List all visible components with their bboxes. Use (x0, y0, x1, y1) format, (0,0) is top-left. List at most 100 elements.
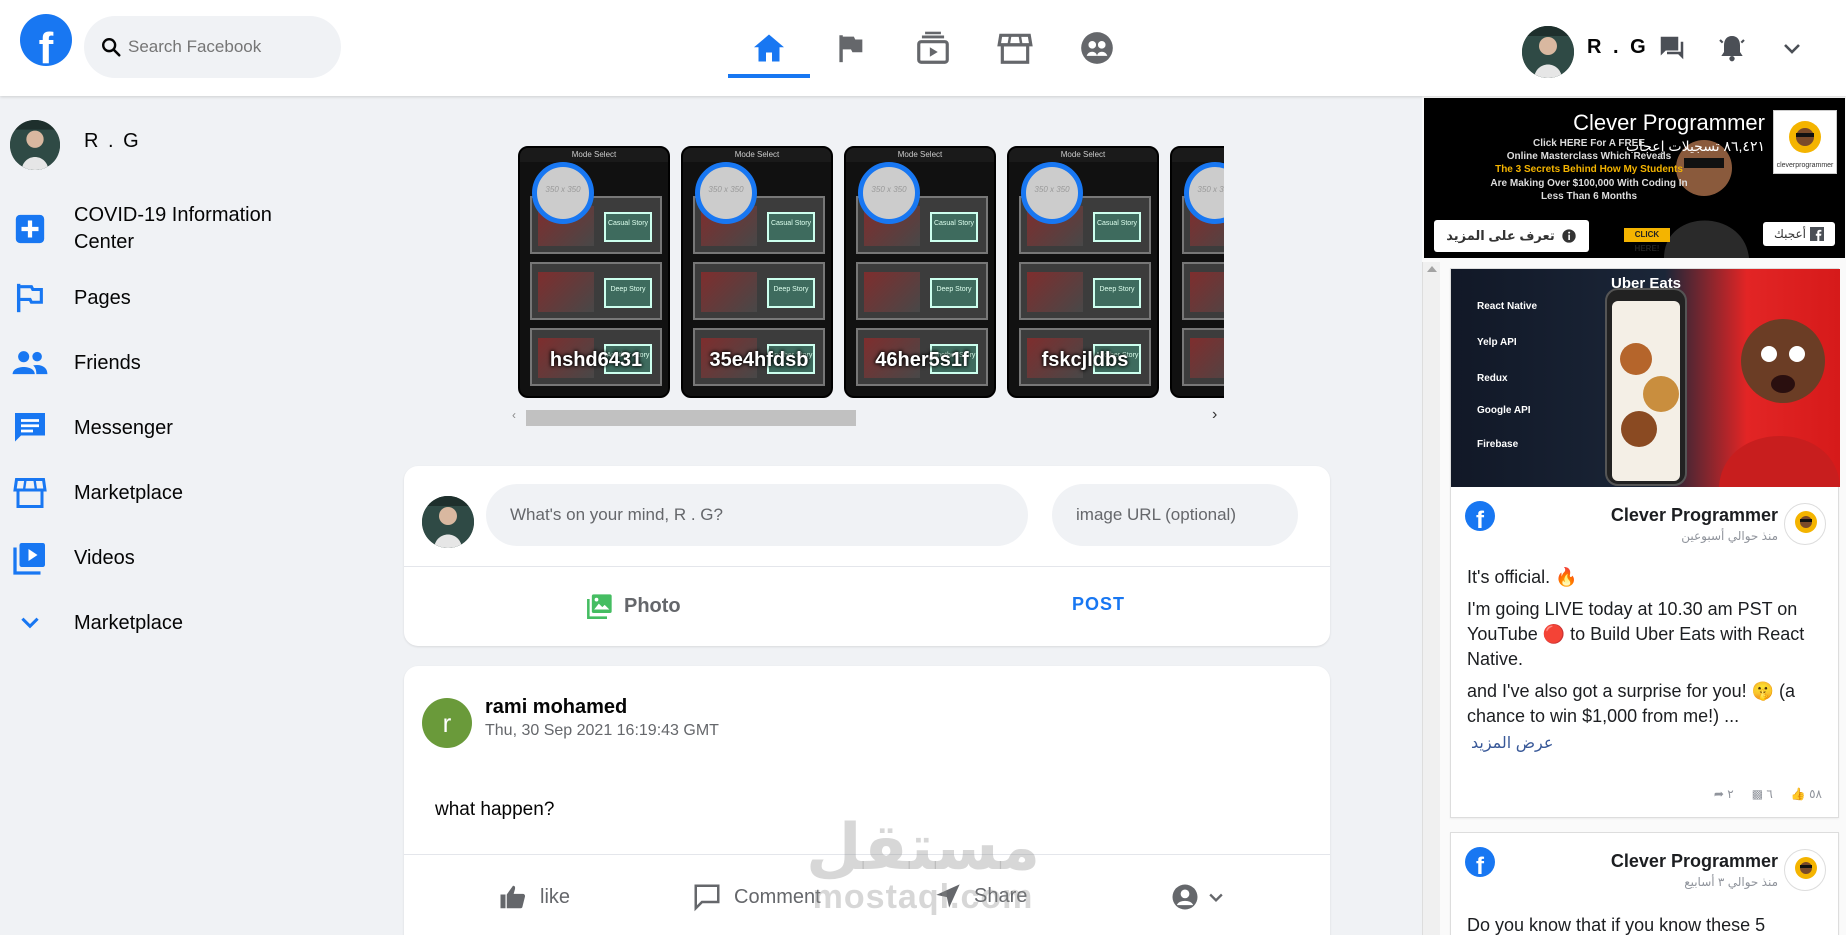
facebook-square-icon (1809, 227, 1824, 241)
thumbs-up-icon (500, 885, 526, 909)
flag-icon (10, 278, 50, 318)
page-name[interactable]: Clever Programmer (1611, 851, 1778, 872)
post-image[interactable]: React Native Yelp API Redux Google API F… (1451, 269, 1840, 487)
comment-count-value: ٦ (1766, 787, 1773, 801)
page-avatar[interactable] (1784, 849, 1826, 891)
search-input[interactable] (128, 37, 318, 57)
ad-title: Clever Programmer (1573, 110, 1765, 135)
comment-count[interactable]: ▩ ٦ (1752, 787, 1773, 801)
video-library-icon (10, 538, 50, 578)
scroll-right-arrow[interactable]: › (1212, 406, 1217, 424)
scroll-thumb[interactable] (526, 410, 856, 426)
store-icon (10, 473, 50, 513)
post-composer: Photo POST (404, 466, 1330, 646)
see-more-link[interactable]: عرض المزيد (1471, 733, 1553, 753)
ad-cta[interactable]: CLICK HERE! (1624, 228, 1670, 253)
learn-more-button[interactable]: تعرف على المزيد (1434, 220, 1589, 252)
sidebar-item-videos[interactable]: Videos (0, 528, 380, 588)
sidebar-item-label: COVID-19 Information Center (74, 204, 272, 253)
watch-icon (917, 31, 949, 64)
story-avatar-placeholder: 350 x 350 (871, 185, 907, 194)
page-avatar[interactable] (1784, 503, 1826, 545)
clever-programmer-logo: cleverprogrammer (1777, 121, 1834, 169)
story-mode-button: Deep Story (767, 278, 815, 308)
story-header: Mode Select (846, 148, 994, 162)
sidebar-item-covid[interactable]: COVID-19 Information Center (0, 194, 380, 264)
tab-pages[interactable] (810, 0, 892, 96)
story-card[interactable]: Mode SelectCasual StoryDeep StoryAnother… (518, 146, 670, 398)
post-message-input[interactable] (486, 484, 1028, 546)
audience-selector[interactable] (1170, 882, 1226, 912)
story-avatar-ring: 350 x 350 (858, 162, 920, 224)
sidebar-item-label: Marketplace (74, 481, 183, 504)
feed-post: r rami mohamed Thu, 30 Sep 2021 16:19:43… (404, 666, 1330, 935)
messenger-button[interactable] (1654, 30, 1690, 66)
story-panel: Deep Story (1182, 262, 1224, 320)
tech-label: Yelp API (1477, 337, 1517, 348)
header-avatar[interactable] (1522, 26, 1574, 78)
post-author-avatar[interactable]: r (422, 698, 472, 748)
scroll-up-arrow[interactable] (1427, 266, 1437, 272)
right-scrollbar[interactable] (1422, 262, 1440, 935)
tab-marketplace[interactable] (974, 0, 1056, 96)
story-header: Mode Select (1172, 148, 1224, 162)
header-user-name[interactable]: R . G (1587, 36, 1649, 59)
post-button[interactable]: POST (1072, 594, 1125, 615)
sidebar-item-label: Messenger (74, 416, 173, 439)
page-post-card: f Clever Programmer منذ حوالي ٣ أسابيع D… (1450, 832, 1839, 935)
chevron-down-icon (10, 603, 50, 643)
story-panel: Deep Story (856, 262, 988, 320)
tab-watch[interactable] (892, 0, 974, 96)
svg-text:cleverprogrammer: cleverprogrammer (1777, 162, 1834, 169)
page-name[interactable]: Clever Programmer (1611, 505, 1778, 526)
share-count[interactable]: ➦ ٢ (1714, 787, 1734, 801)
tab-home[interactable] (728, 0, 810, 96)
share-button[interactable]: Share (934, 882, 1027, 910)
ad-line-2: Online Masterclass Which Reveals (1506, 151, 1672, 162)
story-name: rafe (1172, 349, 1224, 372)
sidebar-item-messenger[interactable]: Messenger (0, 398, 380, 458)
like-count[interactable]: 👍 ٥٨ (1791, 787, 1822, 801)
tab-groups[interactable] (1056, 0, 1138, 96)
image-url-input[interactable] (1052, 484, 1298, 546)
search-icon (102, 38, 121, 57)
photo-button[interactable]: Photo (586, 592, 681, 620)
tech-label: React Native (1477, 301, 1538, 312)
bell-icon (1719, 36, 1745, 62)
search-box[interactable] (84, 16, 341, 78)
avatar-image (10, 120, 60, 170)
story-card[interactable]: Mode SelectCasual StoryDeep StoryAnother… (1007, 146, 1159, 398)
page-post-card: React Native Yelp API Redux Google API F… (1450, 268, 1840, 818)
like-button[interactable]: like (498, 882, 570, 912)
sidebar-profile-name[interactable]: R . G (84, 130, 141, 153)
sidebar-item-label: Friends (74, 351, 141, 374)
scroll-left-arrow[interactable]: ‹ (512, 408, 516, 422)
engagement-counts: ➦ ٢ ▩ ٦ 👍 ٥٨ (1714, 787, 1822, 801)
sidebar-item-friends[interactable]: Friends (0, 333, 380, 393)
comment-icon (694, 884, 720, 912)
avatar-image (422, 496, 474, 548)
sidebar-item-see-more[interactable]: Marketplace (0, 593, 380, 653)
post-time[interactable]: منذ حوالي أسبوعين (1681, 529, 1778, 543)
post-time[interactable]: منذ حوالي ٣ أسابيع (1684, 875, 1778, 889)
store-icon (997, 33, 1033, 64)
comment-button[interactable]: Comment (692, 882, 821, 912)
stories-scrollbar[interactable]: ‹ › (510, 406, 1225, 426)
facebook-logo-icon[interactable]: f (20, 14, 72, 66)
flag-icon (839, 35, 863, 63)
sidebar-item-marketplace[interactable]: Marketplace (0, 463, 380, 523)
notifications-button[interactable] (1714, 30, 1750, 66)
post-author-name[interactable]: rami mohamed (485, 696, 627, 719)
people-icon (10, 343, 50, 383)
story-avatar-placeholder: 350 x 350 (1197, 185, 1224, 194)
story-card[interactable]: Mode SelectCasual StoryDeep StoryAnother… (681, 146, 833, 398)
sidebar-avatar[interactable] (10, 120, 60, 170)
like-count-value: ٥٨ (1809, 787, 1822, 801)
sponsored-ad[interactable]: Clever Programmer ٨٦,٤٢١ تسجيلات إعجاب C… (1424, 98, 1845, 258)
post-paragraph: I'm going LIVE today at 10.30 am PST on … (1467, 599, 1805, 669)
sidebar-item-pages[interactable]: Pages (0, 268, 380, 328)
story-card[interactable]: Mode SelectCasual StoryDeep StoryAnother… (1170, 146, 1224, 398)
story-card[interactable]: Mode SelectCasual StoryDeep StoryAnother… (844, 146, 996, 398)
like-page-button[interactable]: أعجبك (1763, 222, 1835, 246)
account-menu-button[interactable] (1774, 30, 1810, 66)
